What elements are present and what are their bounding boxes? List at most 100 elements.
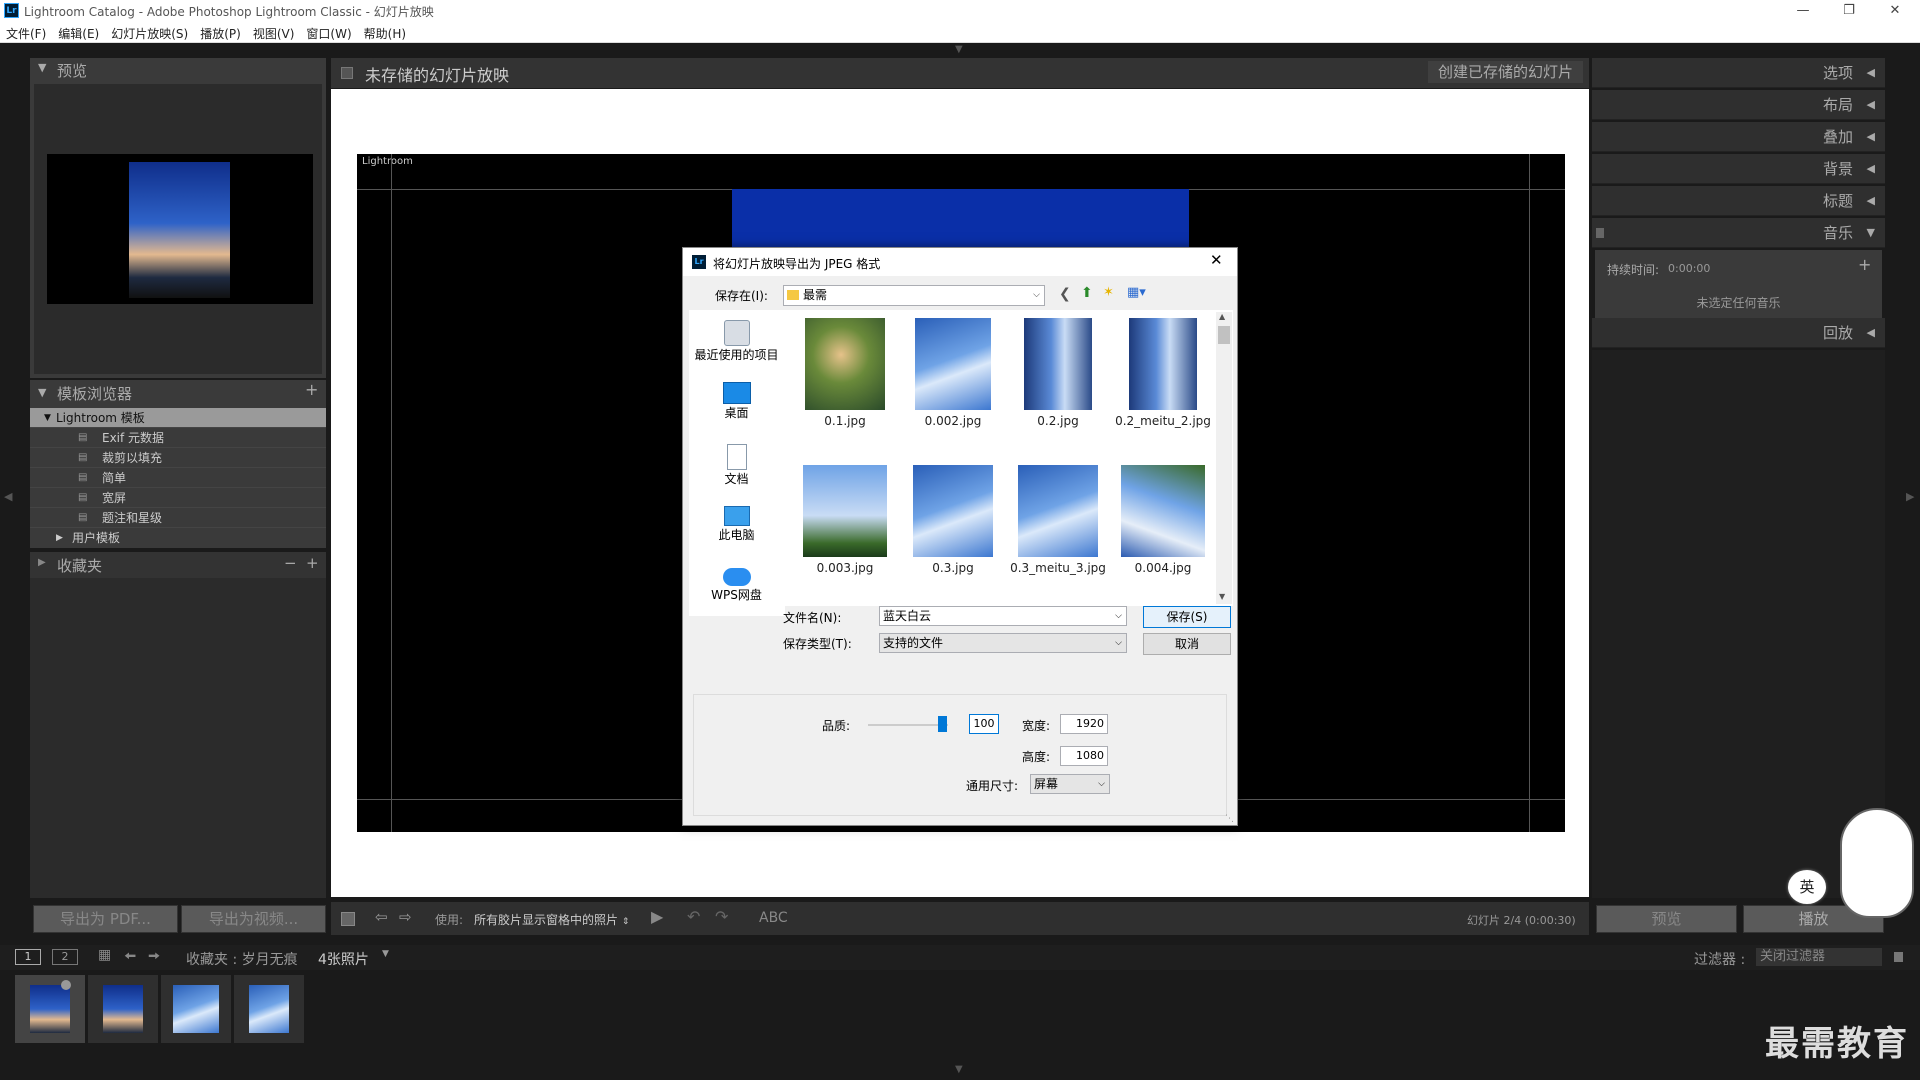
menu-play[interactable]: 播放(P)	[194, 22, 247, 42]
rotate-right-icon[interactable]: ↷	[715, 907, 728, 926]
documents-nav[interactable]: 文档	[689, 444, 784, 487]
forward-arrow-icon[interactable]: 🠪	[148, 946, 160, 971]
secondary-window-button[interactable]: 2	[52, 949, 78, 965]
music-toggle-icon[interactable]	[1596, 228, 1604, 238]
remove-collection-button[interactable]: −	[284, 554, 297, 572]
new-folder-icon[interactable]: ✶	[1103, 285, 1114, 300]
quality-input[interactable]: 100	[969, 714, 999, 734]
quality-slider-track[interactable]	[868, 724, 948, 726]
add-collection-button[interactable]: +	[306, 554, 319, 572]
file-item[interactable]: 0.004.jpg	[1113, 465, 1213, 575]
stop-icon[interactable]	[341, 912, 355, 926]
menu-slideshow[interactable]: 幻灯片放映(S)	[105, 22, 194, 42]
lightroom-templates-folder[interactable]: ▼ Lightroom 模板	[30, 408, 326, 428]
add-template-button[interactable]: +	[305, 380, 318, 399]
music-section[interactable]: 音乐 ▼	[1592, 218, 1885, 248]
file-item[interactable]: 0.2_meitu_2.jpg	[1113, 318, 1213, 428]
layout-section[interactable]: 布局 ◀	[1592, 90, 1885, 120]
recent-items-nav[interactable]: 最近使用的项目	[689, 320, 784, 363]
user-templates-folder[interactable]: ▶ 用户模板	[30, 528, 326, 548]
common-size-dropdown[interactable]: 屏幕 ⌵	[1030, 774, 1110, 794]
menu-window[interactable]: 窗口(W)	[300, 22, 357, 42]
primary-window-button[interactable]: 1	[15, 949, 41, 965]
filetype-label: 保存类型(T):	[783, 637, 852, 651]
file-item[interactable]: 0.2.jpg	[1008, 318, 1108, 428]
menu-view[interactable]: 视图(V)	[247, 22, 301, 42]
template-item[interactable]: ▤ 题注和星级	[30, 508, 326, 528]
next-slide-icon[interactable]: ⇨	[399, 908, 412, 926]
rotate-left-icon[interactable]: ↶	[687, 907, 700, 926]
menu-edit[interactable]: 编辑(E)	[52, 22, 105, 42]
back-icon[interactable]: ❮	[1059, 286, 1071, 302]
file-item[interactable]: 0.002.jpg	[903, 318, 1003, 428]
scroll-down-icon[interactable]: ▼	[1219, 592, 1225, 601]
mascot-cat-icon	[1840, 808, 1914, 918]
left-panel-toggle-icon[interactable]: ◀	[4, 490, 12, 503]
width-input[interactable]: 1920	[1060, 714, 1108, 734]
scroll-up-icon[interactable]: ▲	[1219, 312, 1225, 321]
grid-view-icon[interactable]: ▦	[98, 947, 111, 963]
backdrop-section[interactable]: 背景 ◀	[1592, 154, 1885, 184]
view-menu-icon[interactable]: ▦▾	[1127, 285, 1146, 300]
filmstrip-thumb[interactable]	[88, 975, 158, 1043]
file-item[interactable]: 0.3_meitu_3.jpg	[1008, 465, 1108, 575]
source-label[interactable]: 收藏夹 : 岁月无痕	[186, 949, 298, 969]
minimize-button[interactable]: —	[1780, 0, 1826, 22]
collapsed-arrow-icon[interactable]: ▶	[38, 557, 46, 568]
collapse-arrow-icon[interactable]: ▼	[38, 386, 46, 399]
template-item[interactable]: ▤ 简单	[30, 468, 326, 488]
collections-panel: ▶ 收藏夹 − +	[30, 552, 326, 578]
right-panel-toggle-icon[interactable]: ▶	[1906, 490, 1914, 503]
cancel-button[interactable]: 取消	[1143, 633, 1231, 655]
play-icon[interactable]: ▶	[651, 907, 663, 926]
playback-section[interactable]: 回放 ◀	[1592, 318, 1885, 348]
filmstrip-thumb[interactable]	[161, 975, 231, 1043]
use-source-dropdown[interactable]: 所有胶片显示窗格中的照片 ⇕	[474, 911, 629, 928]
create-saved-slideshow-button[interactable]: 创建已存储的幻灯片	[1428, 61, 1583, 83]
filename-input[interactable]: 蓝天白云 ⌵	[879, 606, 1127, 626]
this-pc-nav[interactable]: 此电脑	[689, 506, 784, 543]
resize-grip-icon[interactable]: ⋱	[1225, 814, 1234, 824]
filmstrip-thumb[interactable]	[234, 975, 304, 1043]
menu-help[interactable]: 帮助(H)	[358, 22, 412, 42]
add-music-button[interactable]: +	[1858, 255, 1871, 274]
export-pdf-button[interactable]: 导出为 PDF...	[33, 905, 178, 933]
wps-cloud-nav[interactable]: WPS网盘	[689, 568, 784, 603]
file-item[interactable]: 0.003.jpg	[795, 465, 895, 575]
top-panel-toggle-icon[interactable]: ▼	[955, 44, 963, 55]
template-item[interactable]: ▤ 裁剪以填充	[30, 448, 326, 468]
export-video-button[interactable]: 导出为视频...	[181, 905, 326, 933]
file-list-scrollbar[interactable]: ▲ ▼	[1216, 312, 1232, 604]
quality-slider-thumb[interactable]	[938, 716, 947, 732]
scroll-thumb[interactable]	[1218, 326, 1230, 344]
photo-count[interactable]: 4张照片	[318, 949, 369, 969]
filter-dropdown[interactable]: 关闭过滤器	[1756, 948, 1882, 966]
filter-lock-icon[interactable]	[1894, 952, 1903, 962]
save-button[interactable]: 保存(S)	[1143, 606, 1231, 628]
desktop-nav[interactable]: 桌面	[689, 382, 784, 421]
filmstrip-thumb-selected[interactable]	[15, 975, 85, 1043]
dropdown-arrow-icon[interactable]: ▼	[382, 949, 389, 959]
save-in-dropdown[interactable]: 最需 ⌵	[783, 285, 1045, 306]
add-text-button[interactable]: ABC	[759, 910, 788, 926]
menu-file[interactable]: 文件(F)	[0, 22, 52, 42]
filetype-dropdown[interactable]: 支持的文件 ⌵	[879, 633, 1127, 653]
options-section[interactable]: 选项 ◀	[1592, 58, 1885, 88]
overlays-section[interactable]: 叠加 ◀	[1592, 122, 1885, 152]
template-item[interactable]: ▤ 宽屏	[30, 488, 326, 508]
preview-button[interactable]: 预览	[1596, 905, 1737, 933]
dialog-close-button[interactable]: ✕	[1210, 251, 1223, 269]
template-item[interactable]: ▤ Exif 元数据	[30, 428, 326, 448]
file-item[interactable]: 0.3.jpg	[903, 465, 1003, 575]
close-window-button[interactable]: ✕	[1872, 0, 1918, 22]
up-folder-icon[interactable]: ⬆	[1081, 285, 1093, 301]
collapse-arrow-icon[interactable]: ▼	[38, 61, 46, 74]
maximize-button[interactable]: ❐	[1826, 0, 1872, 22]
back-arrow-icon[interactable]: 🠨	[124, 946, 136, 971]
ime-language-badge[interactable]: 英	[1788, 870, 1826, 904]
height-input[interactable]: 1080	[1060, 746, 1108, 766]
bottom-panel-toggle-icon[interactable]: ▼	[955, 1064, 963, 1075]
titles-section[interactable]: 标题 ◀	[1592, 186, 1885, 216]
previous-slide-icon[interactable]: ⇦	[375, 908, 388, 926]
file-item[interactable]: 0.1.jpg	[795, 318, 895, 428]
